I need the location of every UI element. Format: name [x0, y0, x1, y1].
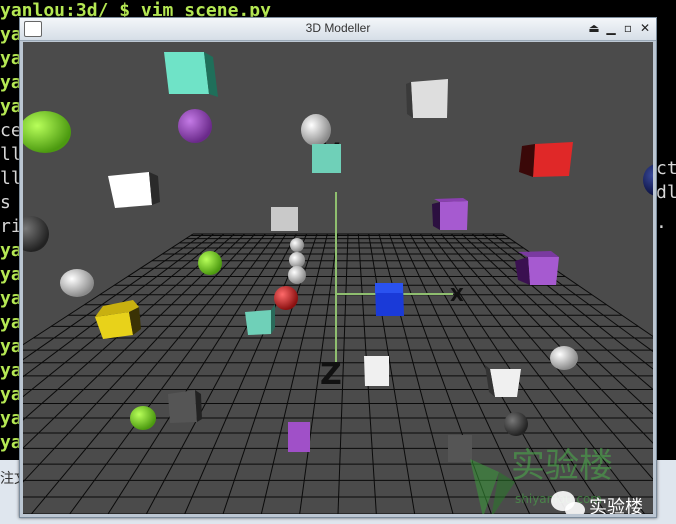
wechat-watermark-text: 实验楼 [589, 497, 643, 514]
green-sphere[interactable] [130, 406, 156, 430]
teal-cube-axis[interactable] [312, 144, 341, 173]
white-cube[interactable] [406, 79, 448, 118]
red-sphere[interactable] [274, 286, 298, 310]
terminal-right-fragment: dl [656, 182, 676, 203]
maximize-button[interactable]: ▫ [620, 20, 636, 37]
terminal-right-fragment: ct [656, 158, 676, 179]
close-button[interactable]: ✕ [637, 20, 653, 37]
shade-button[interactable]: ⏏ [586, 20, 602, 37]
window-title: 3D Modeller [305, 21, 371, 35]
white-cube[interactable] [485, 365, 521, 397]
scene-canvas[interactable]: V Z X [23, 42, 653, 514]
purple-cube[interactable] [288, 422, 310, 452]
purple-cube[interactable] [432, 198, 468, 230]
gray-cube[interactable] [168, 390, 202, 423]
white-cube[interactable] [364, 356, 389, 386]
titlebar[interactable]: 3D Modeller ⏏ ▁ ▫ ✕ [20, 18, 656, 41]
blue-cube[interactable] [375, 283, 404, 316]
minimize-button[interactable]: ▁ [603, 20, 619, 37]
purple-sphere[interactable] [178, 109, 212, 143]
terminal-line-fragment: s [0, 192, 11, 213]
white-sphere[interactable] [60, 269, 94, 297]
yellow-cube[interactable] [95, 300, 141, 339]
green-sphere[interactable] [198, 251, 222, 275]
purple-cube[interactable] [515, 251, 559, 285]
gray-cube[interactable] [448, 435, 472, 462]
3d-viewport[interactable]: V Z X [23, 42, 653, 514]
axis-label-z: Z [320, 357, 342, 392]
dark-sphere[interactable] [23, 216, 49, 252]
red-cube[interactable] [519, 142, 573, 177]
watermark-text: 实验楼 [511, 446, 613, 486]
navy-sphere[interactable] [643, 164, 653, 196]
app-window: 3D Modeller ⏏ ▁ ▫ ✕ V Z X [19, 17, 657, 518]
white-sphere[interactable] [550, 346, 578, 370]
white-cube[interactable] [108, 172, 160, 208]
dark-sphere[interactable] [504, 412, 528, 436]
teal-cube[interactable] [245, 304, 275, 335]
terminal-right-fragment: . [656, 212, 667, 233]
axis-label-x: X [450, 285, 464, 306]
gray-cube[interactable] [271, 207, 298, 231]
white-sphere[interactable] [301, 114, 331, 146]
green-sphere[interactable] [23, 111, 71, 153]
teal-cube[interactable] [164, 52, 218, 97]
snowman-figure[interactable] [288, 238, 306, 284]
